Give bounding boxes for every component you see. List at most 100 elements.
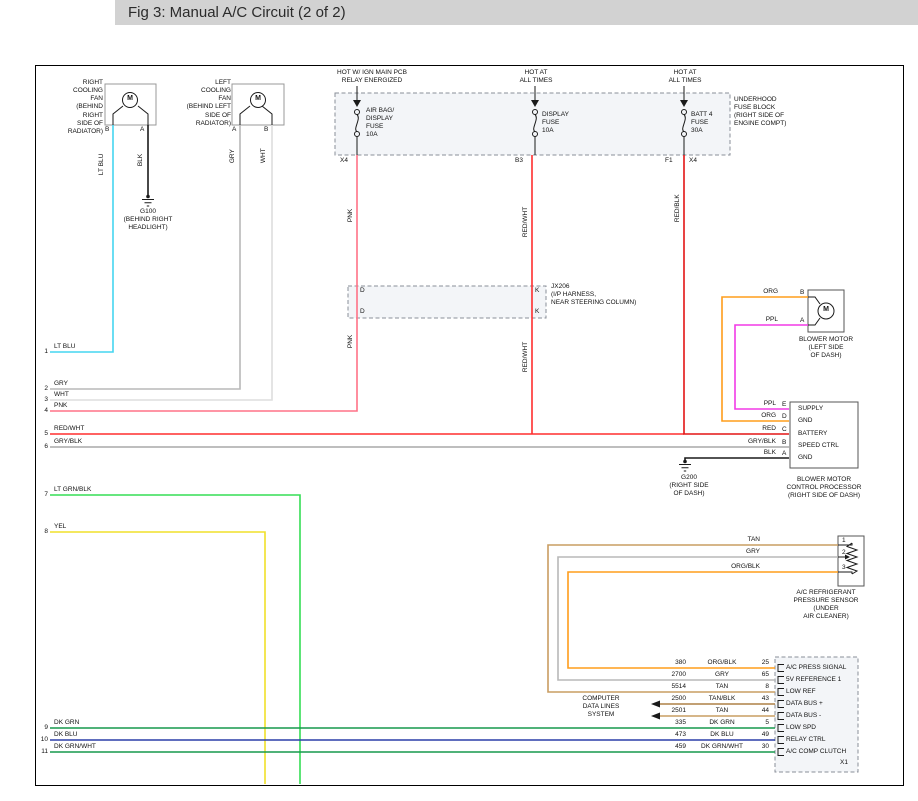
- processor-pin-a: A: [782, 450, 786, 458]
- row-label-9: DK GRN: [54, 719, 79, 727]
- row-num-1: 1: [38, 348, 48, 356]
- wire-label-pnk-bottom: PNK: [347, 335, 355, 348]
- jx206-pin-k-top: K: [535, 287, 539, 295]
- fuse1-label: AIR BAG/ DISPLAY FUSE 10A: [366, 107, 394, 140]
- conn-row-label: 5V REFERENCE 1: [786, 676, 841, 684]
- conn-row-color: TAN: [694, 683, 750, 691]
- row-num-7: 7: [38, 491, 48, 499]
- row-num-9: 9: [38, 724, 48, 732]
- row-label-1: LT BLU: [54, 343, 75, 351]
- fuse2-label: DISPLAY FUSE 10A: [542, 111, 569, 135]
- conn-row-pin: 5: [753, 719, 769, 727]
- conn-row-color: DK BLU: [694, 731, 750, 739]
- row-num-5: 5: [38, 430, 48, 438]
- jx206-pin-k-bottom: K: [535, 308, 539, 316]
- row-label-11: DK GRN/WHT: [54, 743, 96, 751]
- processor-pin-c: C: [782, 426, 787, 434]
- wire-label-red-wht-top: RED/WHT: [522, 207, 530, 237]
- left-fan-label: LEFT COOLING FAN (BEHIND LEFT SIDE OF RA…: [184, 79, 231, 128]
- row-label-10: DK BLU: [54, 731, 77, 739]
- processor-fn-speed-ctrl: SPEED CTRL: [798, 442, 839, 450]
- conn-row-pin: 8: [753, 683, 769, 691]
- wire-label-blk-proc: BLK: [740, 449, 776, 457]
- conn-row-num: 2500: [656, 695, 686, 703]
- wire-label-red-blk: RED/BLK: [674, 194, 682, 222]
- wire-label-blk: BLK: [137, 154, 145, 166]
- row-label-5: RED/WHT: [54, 425, 84, 433]
- wire-label-gry: GRY: [229, 149, 237, 163]
- wire-label-red-wht-bottom: RED/WHT: [522, 342, 530, 372]
- conn-row-num: 335: [656, 719, 686, 727]
- row-num-3: 3: [38, 396, 48, 404]
- conn-row-label: DATA BUS -: [786, 712, 821, 720]
- row-label-4: PNK: [54, 402, 67, 410]
- conn-row-num: 380: [656, 659, 686, 667]
- processor-fn-gnd1: GND: [798, 417, 812, 425]
- sensor-pin-1: 1: [842, 537, 846, 545]
- processor-fn-battery: BATTERY: [798, 430, 827, 438]
- processor-pin-e: E: [782, 401, 786, 409]
- wire-label-org-blk: ORG/BLK: [716, 563, 760, 571]
- blower-pin-b: B: [800, 289, 804, 297]
- sensor-pin-3: 3: [842, 564, 846, 572]
- conn-row-label: A/C COMP CLUTCH: [786, 748, 846, 756]
- left-fan-pin-a: A: [232, 126, 236, 134]
- conn-row-color: TAN/BLK: [694, 695, 750, 703]
- right-fan-pin-a: A: [140, 126, 144, 134]
- processor-fn-gnd2: GND: [798, 454, 812, 462]
- conn-row-num: 459: [656, 743, 686, 751]
- jx206-box: [348, 286, 546, 318]
- conn-row-label: DATA BUS +: [786, 700, 823, 708]
- blower-motor-m: M: [821, 306, 831, 315]
- wire-label-red-proc: RED: [740, 425, 776, 433]
- right-fan-pin-b: B: [105, 126, 109, 134]
- wire-label-org-top: ORG: [742, 288, 778, 296]
- sensor-pin-2: 2: [842, 549, 846, 557]
- processor-label: BLOWER MOTOR CONTROL PROCESSOR (RIGHT SI…: [772, 476, 876, 500]
- hot-all-times-label-2: HOT AT ALL TIMES: [654, 69, 716, 85]
- wiring-diagram-page: Fig 3: Manual A/C Circuit (2 of 2): [0, 0, 918, 801]
- conn-row-num: 2501: [656, 707, 686, 715]
- fuse3-label: BATT 4 FUSE 30A: [691, 111, 712, 135]
- row-num-4: 4: [38, 407, 48, 415]
- conn-row-pin: 44: [753, 707, 769, 715]
- g100-label: G100 (BEHIND RIGHT HEADLIGHT): [113, 208, 183, 232]
- sensor-label: A/C REFRIGERANT PRESSURE SENSOR (UNDER A…: [778, 589, 874, 622]
- wire-label-pnk-top: PNK: [347, 209, 355, 222]
- conn-row-label: LOW SPD: [786, 724, 816, 732]
- fuse-pin-x4b: X4: [689, 157, 697, 165]
- wire-label-wht: WHT: [260, 148, 268, 163]
- jx206-pin-d-top: D: [360, 287, 365, 295]
- row-label-3: WHT: [54, 391, 69, 399]
- fuse-pin-x4a: X4: [340, 157, 348, 165]
- row-label-2: GRY: [54, 380, 68, 388]
- jx206-label: JX206 (I/P HARNESS, NEAR STEERING COLUMN…: [551, 283, 636, 307]
- conn-row-num: 5514: [656, 683, 686, 691]
- conn-row-pin: 25: [753, 659, 769, 667]
- processor-fn-supply: SUPPLY: [798, 405, 823, 413]
- g200-label: G200 (RIGHT SIDE OF DASH): [658, 474, 720, 498]
- conn-row-color: DK GRN/WHT: [694, 743, 750, 751]
- jx206-pin-d-bottom: D: [360, 308, 365, 316]
- wire-label-gry-sensor: GRY: [724, 548, 760, 556]
- conn-row-label: RELAY CTRL: [786, 736, 826, 744]
- conn-row-color: GRY: [694, 671, 750, 679]
- wire-label-tan: TAN: [724, 536, 760, 544]
- wire-label-ppl-proc: PPL: [740, 400, 776, 408]
- right-fan-label: RIGHT COOLING FAN (BEHIND RIGHT SIDE OF …: [56, 79, 103, 136]
- fuse-pin-b3: B3: [515, 157, 523, 165]
- wire-label-lt-blu: LT BLU: [98, 154, 106, 175]
- processor-pin-d: D: [782, 413, 787, 421]
- wire-label-ppl-top: PPL: [742, 316, 778, 324]
- fuse-pin-f1: F1: [665, 157, 673, 165]
- blower-motor-label: BLOWER MOTOR (LEFT SIDE OF DASH): [788, 336, 864, 360]
- processor-pin-b: B: [782, 439, 786, 447]
- right-fan-motor-m: M: [125, 95, 135, 104]
- conn-row-pin: 49: [753, 731, 769, 739]
- row-num-10: 10: [36, 736, 48, 744]
- diagram-canvas: RIGHT COOLING FAN (BEHIND RIGHT SIDE OF …: [0, 0, 918, 801]
- wire-label-org-proc: ORG: [740, 412, 776, 420]
- x1-connector-name: X1: [840, 759, 848, 767]
- conn-row-color: ORG/BLK: [694, 659, 750, 667]
- left-fan-pin-b: B: [264, 126, 268, 134]
